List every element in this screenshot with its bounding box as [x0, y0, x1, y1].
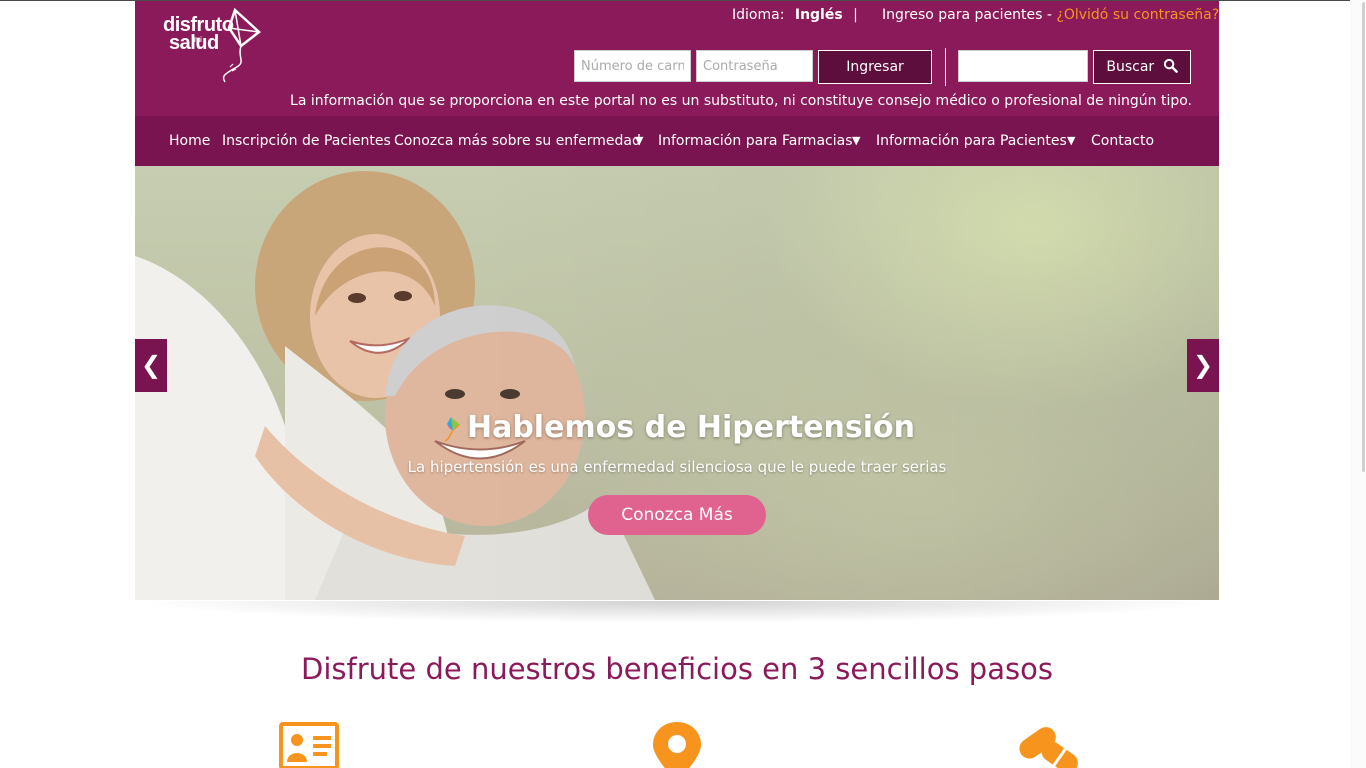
header-divider — [945, 48, 946, 86]
hero-title: Hablemos de Hipertensión — [135, 410, 1219, 445]
chevron-down-icon[interactable]: ▼ — [1067, 116, 1075, 166]
language-label: Idioma: — [732, 7, 785, 23]
card-number-input[interactable] — [574, 50, 691, 82]
search-button-label: Buscar — [1106, 59, 1155, 75]
login-button[interactable]: Ingresar — [818, 50, 932, 84]
brand-logo[interactable]: disfruto mi salud — [163, 6, 263, 86]
search-input[interactable] — [958, 50, 1088, 82]
main-nav: Home Inscripción de Pacientes Conozca má… — [135, 116, 1219, 166]
patient-login-label: Ingreso para pacientes - — [882, 7, 1052, 23]
chevron-down-icon[interactable]: ▼ — [852, 116, 860, 166]
nav-item-inscripcion[interactable]: Inscripción de Pacientes — [222, 116, 391, 166]
id-card-icon — [279, 722, 339, 768]
language-link[interactable]: Inglés — [795, 7, 843, 23]
language-separator: | — [853, 7, 858, 23]
hero-shadow — [135, 601, 1219, 641]
nav-item-enfermedad[interactable]: Conozca más sobre su enfermedad — [394, 116, 641, 166]
nav-item-pacientes[interactable]: Información para Pacientes — [876, 116, 1067, 166]
steps-title: Disfrute de nuestros beneficios en 3 sen… — [301, 652, 1053, 686]
hero-subtitle: La hipertensión es una enfermedad silenc… — [407, 458, 947, 476]
disclaimer-text: La información que se proporciona en est… — [290, 93, 1192, 109]
carousel-prev-button[interactable]: ❮ — [135, 339, 167, 392]
hero-carousel: Hablemos de Hipertensión La hipertensión… — [135, 166, 1219, 600]
colorful-kite-icon — [444, 416, 460, 442]
password-input[interactable] — [696, 50, 813, 82]
nav-item-contacto[interactable]: Contacto — [1091, 116, 1154, 166]
language-selector: Idioma: Inglés | — [732, 7, 858, 23]
nav-item-home[interactable]: Home — [169, 116, 210, 166]
search-icon — [1163, 58, 1178, 73]
logo-text-mi: mi — [194, 35, 202, 44]
patient-login-row: Ingreso para pacientes - ¿Olvidó su cont… — [882, 7, 1219, 23]
site-header: disfruto mi salud Idioma: Inglés | Ingre… — [135, 1, 1219, 116]
page-container: disfruto mi salud Idioma: Inglés | Ingre… — [135, 1, 1219, 600]
hero-title-text: Hablemos de Hipertensión — [466, 410, 916, 445]
nav-item-farmacias[interactable]: Información para Farmacias — [658, 116, 852, 166]
pills-icon — [1019, 727, 1078, 768]
scrollbar-thumb[interactable] — [1362, 2, 1365, 472]
carousel-next-button[interactable]: ❯ — [1187, 339, 1219, 392]
search-button[interactable]: Buscar — [1093, 50, 1191, 84]
kite-icon — [222, 7, 261, 83]
location-pin-icon — [653, 722, 701, 768]
forgot-password-link[interactable]: ¿Olvidó su contraseña? — [1056, 7, 1219, 23]
chevron-down-icon[interactable]: ▼ — [635, 116, 643, 166]
conozca-mas-button[interactable]: Conozca Más — [588, 495, 766, 535]
